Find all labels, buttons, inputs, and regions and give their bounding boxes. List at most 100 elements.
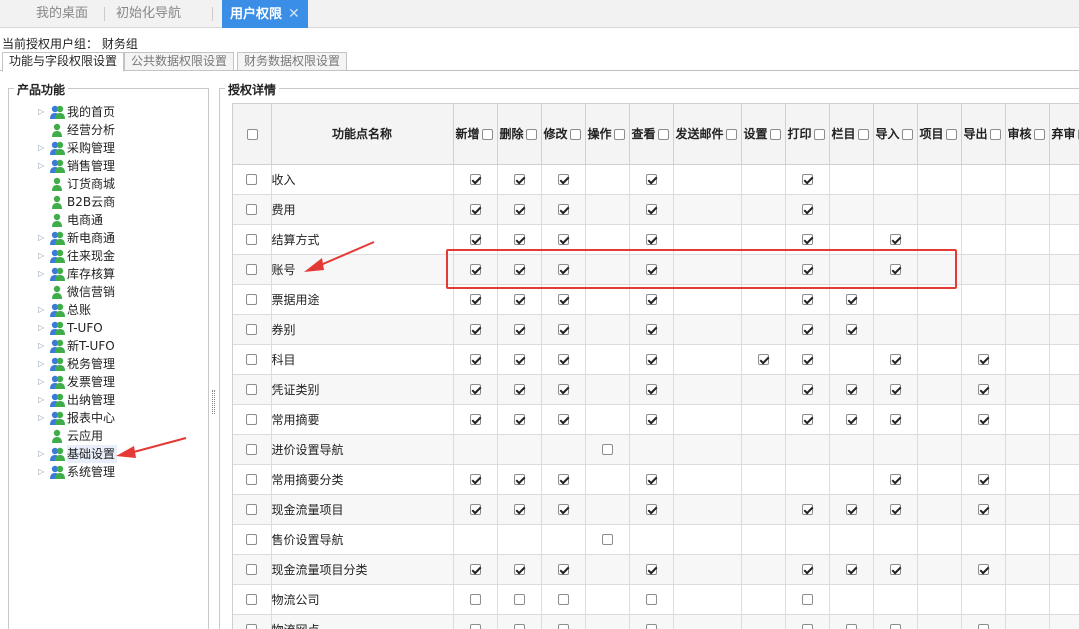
permission-checkbox[interactable] [845,294,857,305]
permission-checkbox[interactable] [977,384,989,395]
permission-checkbox[interactable] [645,204,657,215]
column-select-checkbox[interactable] [857,129,869,141]
expand-arrow-icon[interactable]: ▷ [38,103,48,121]
permission-checkbox[interactable] [513,234,525,245]
permission-checkbox[interactable] [557,204,569,215]
permission-checkbox[interactable] [889,354,901,365]
permission-checkbox[interactable] [557,354,569,365]
permission-checkbox[interactable] [977,354,989,365]
permission-checkbox[interactable] [513,294,525,305]
permission-checkbox[interactable] [645,474,657,485]
row-select-checkbox[interactable] [246,474,258,485]
permission-checkbox[interactable] [889,234,901,245]
permission-checkbox[interactable] [469,234,481,245]
expand-arrow-icon[interactable]: ▷ [38,463,48,481]
permission-checkbox[interactable] [557,594,569,605]
expand-arrow-icon[interactable]: ▷ [38,319,48,337]
permission-checkbox[interactable] [513,384,525,395]
permission-checkbox[interactable] [757,354,769,365]
permission-checkbox[interactable] [645,294,657,305]
permission-checkbox[interactable] [977,414,989,425]
permission-checkbox[interactable] [513,204,525,215]
tab-init-navigation[interactable]: 初始化导航 [116,0,181,28]
row-select-checkbox[interactable] [246,564,258,575]
permission-checkbox[interactable] [469,504,481,515]
expand-arrow-icon[interactable]: ▷ [38,409,48,427]
row-select-checkbox[interactable] [246,384,258,395]
row-select-checkbox[interactable] [246,534,258,545]
permission-checkbox[interactable] [557,234,569,245]
permission-checkbox[interactable] [801,624,813,629]
expand-arrow-icon[interactable]: ▷ [38,247,48,265]
column-select-checkbox[interactable] [989,129,1001,141]
permission-checkbox[interactable] [889,564,901,575]
permission-checkbox[interactable] [469,324,481,335]
column-select-checkbox[interactable] [1033,129,1045,141]
permission-checkbox[interactable] [513,624,525,629]
permission-checkbox[interactable] [845,384,857,395]
expand-arrow-icon[interactable]: ▷ [38,157,48,175]
column-select-checkbox[interactable] [481,129,493,141]
permission-checkbox[interactable] [513,414,525,425]
column-select-checkbox[interactable] [657,129,669,141]
permission-checkbox[interactable] [557,474,569,485]
permission-checkbox[interactable] [801,264,813,275]
permission-checkbox[interactable] [889,504,901,515]
row-select-checkbox[interactable] [246,354,258,365]
tab-finance-data-permissions[interactable]: 财务数据权限设置 [237,52,348,71]
permission-checkbox[interactable] [845,624,857,629]
permission-checkbox[interactable] [845,504,857,515]
row-select-checkbox[interactable] [246,234,258,245]
permission-checkbox[interactable] [645,624,657,629]
permission-checkbox[interactable] [513,324,525,335]
expand-arrow-icon[interactable]: ▷ [38,229,48,247]
permission-checkbox[interactable] [469,354,481,365]
permission-checkbox[interactable] [645,324,657,335]
column-select-checkbox[interactable] [769,129,781,141]
permission-checkbox[interactable] [801,354,813,365]
permission-checkbox[interactable] [513,354,525,365]
column-select-checkbox[interactable] [725,129,737,141]
expand-arrow-icon[interactable]: ▷ [38,355,48,373]
row-select-checkbox[interactable] [246,624,258,629]
permission-checkbox[interactable] [889,384,901,395]
permission-checkbox[interactable] [801,174,813,185]
permission-checkbox[interactable] [645,384,657,395]
close-icon[interactable]: ✕ [288,6,300,22]
tab-my-desktop[interactable]: 我的桌面 [36,0,88,28]
column-select-checkbox[interactable] [945,129,957,141]
tab-function-field-permissions[interactable]: 功能与字段权限设置 [2,52,125,72]
permission-checkbox[interactable] [469,204,481,215]
permission-checkbox[interactable] [801,504,813,515]
permission-checkbox[interactable] [469,294,481,305]
row-select-checkbox[interactable] [246,444,258,455]
column-select-checkbox[interactable] [569,129,581,141]
expand-arrow-icon[interactable]: ▷ [38,265,48,283]
permission-checkbox[interactable] [557,264,569,275]
permission-checkbox[interactable] [557,324,569,335]
expand-arrow-icon[interactable]: ▷ [38,373,48,391]
permission-checkbox[interactable] [557,174,569,185]
column-select-checkbox[interactable] [813,129,825,141]
permission-checkbox[interactable] [889,264,901,275]
permission-checkbox[interactable] [469,414,481,425]
tab-public-data-permissions[interactable]: 公共数据权限设置 [124,52,235,71]
row-select-checkbox[interactable] [246,504,258,515]
row-select-checkbox[interactable] [246,264,258,275]
expand-arrow-icon[interactable]: ▷ [38,139,48,157]
permission-checkbox[interactable] [469,594,481,605]
permission-checkbox[interactable] [557,624,569,629]
permission-checkbox[interactable] [801,564,813,575]
permission-checkbox[interactable] [845,564,857,575]
expand-arrow-icon[interactable]: ▷ [38,301,48,319]
permission-checkbox[interactable] [801,384,813,395]
permission-checkbox[interactable] [801,414,813,425]
permission-checkbox[interactable] [513,564,525,575]
permission-checkbox[interactable] [645,504,657,515]
panel-splitter-handle[interactable] [212,390,215,414]
row-select-checkbox[interactable] [246,594,258,605]
permission-checkbox[interactable] [645,174,657,185]
permission-checkbox[interactable] [557,384,569,395]
permission-checkbox[interactable] [645,594,657,605]
permission-checkbox[interactable] [645,414,657,425]
